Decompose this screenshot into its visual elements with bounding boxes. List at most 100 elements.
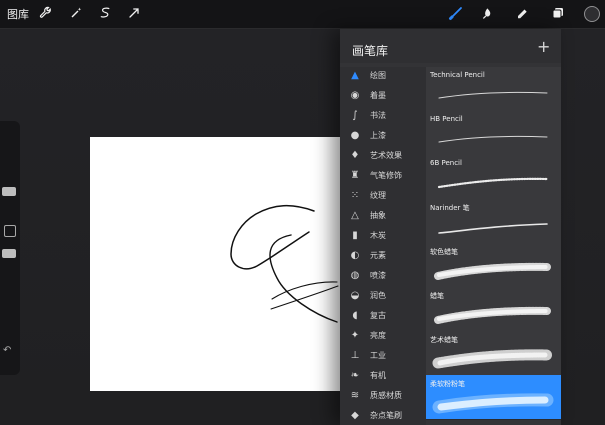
brush-category-label: 艺术效果 — [370, 151, 402, 160]
brush-item-2[interactable]: HB Pencil — [426, 111, 561, 156]
brush-item-1[interactable]: Technical Pencil — [426, 67, 561, 112]
brush-size-slider-handle[interactable] — [2, 187, 16, 196]
spray-icon: ◍ — [350, 270, 360, 281]
leaf-icon: ❧ — [350, 370, 360, 381]
brush-category-6[interactable]: ♜ 气笔修饰 — [340, 167, 426, 185]
calligraphy-icon: ∫ — [352, 110, 358, 121]
ink-drop-icon: ◉ — [350, 90, 360, 101]
brush-category-label: 着墨 — [370, 91, 386, 100]
brush-category-label: 喷漆 — [370, 271, 386, 280]
brush-list: Technical Pencil HB Pencil 6B Pencil Narind… — [426, 67, 561, 425]
smudge-icon[interactable] — [480, 5, 496, 21]
brush-stroke-preview — [429, 125, 558, 153]
brush-category-label: 气笔修饰 — [370, 171, 402, 180]
brush-item-7[interactable]: 艺术蜡笔 — [426, 331, 561, 376]
magic-wand-icon[interactable] — [68, 5, 84, 21]
brush-stroke-preview — [429, 169, 558, 197]
transform-icon[interactable] — [126, 5, 142, 21]
brush-category-16[interactable]: ❧ 有机 — [340, 367, 426, 385]
brush-category-label: 亮度 — [370, 331, 386, 340]
retro-icon: ◖ — [352, 310, 358, 321]
brush-category-label: 元素 — [370, 251, 386, 260]
left-sidebar: ↶ — [0, 121, 20, 375]
brush-category-5[interactable]: ♦ 艺术效果 — [340, 147, 426, 165]
sparkle-icon: ✦ — [350, 330, 360, 341]
brush-category-label: 抽象 — [370, 211, 386, 220]
gallery-button[interactable]: 图库 — [7, 6, 29, 22]
brush-category-7[interactable]: ⁙ 纹理 — [340, 187, 426, 205]
brush-category-label: 上漆 — [370, 131, 386, 140]
brush-category-label: 绘图 — [370, 71, 386, 80]
brush-category-11[interactable]: ◍ 喷漆 — [340, 267, 426, 285]
brush-category-2[interactable]: ◉ 着墨 — [340, 87, 426, 105]
brush-category-label: 纹理 — [370, 191, 386, 200]
charcoal-icon: ▮ — [352, 230, 358, 241]
brush-name: HB Pencil — [430, 115, 463, 123]
brush-name: Narinder 笔 — [430, 204, 470, 212]
brush-category-label: 木炭 — [370, 231, 386, 240]
brush-icon[interactable] — [448, 5, 464, 21]
brush-library-title: 画笔库 — [352, 44, 389, 58]
element-icon: ◐ — [350, 250, 360, 261]
brush-category-17[interactable]: ≋ 质感材质 — [340, 387, 426, 405]
wrench-icon[interactable] — [38, 5, 54, 21]
brush-name: Technical Pencil — [430, 71, 485, 79]
brush-item-3[interactable]: 6B Pencil — [426, 155, 561, 200]
layers-icon[interactable] — [550, 5, 566, 21]
brush-stroke-preview — [429, 345, 558, 373]
airbrush-icon: ♜ — [350, 170, 360, 181]
brush-library-header: 画笔库 + — [340, 29, 561, 63]
triangle-icon: △ — [351, 210, 359, 221]
brush-item-6[interactable]: 蜡笔 — [426, 287, 561, 332]
selection-icon[interactable] — [97, 5, 113, 21]
brush-category-13[interactable]: ◖ 复古 — [340, 307, 426, 325]
paint-drop-icon: ● — [350, 130, 360, 141]
brush-library-panel: 画笔库 + ▲ 绘图 ◉ 着墨 ∫ 书法 ● 上漆 ♦ 艺术效果 ♜ 气笔修饰 ⁙ 纹理 △ 抽象 ▮ 木炭 ◐ 元素… — [340, 29, 561, 425]
brush-category-9[interactable]: ▮ 木炭 — [340, 227, 426, 245]
brush-category-8[interactable]: △ 抽象 — [340, 207, 426, 225]
eraser-icon[interactable] — [514, 5, 530, 21]
touchup-icon: ◒ — [350, 290, 360, 301]
brush-category-15[interactable]: ⊥ 工业 — [340, 347, 426, 365]
brush-category-label: 有机 — [370, 371, 386, 380]
brush-category-label: 杂点笔刷 — [370, 411, 402, 420]
brush-category-list: ▲ 绘图 ◉ 着墨 ∫ 书法 ● 上漆 ♦ 艺术效果 ♜ 气笔修饰 ⁙ 纹理 △ 抽象 ▮ 木炭 ◐ 元素 ◍ 喷漆 ◒ 润色… — [340, 67, 426, 425]
drawing-paper[interactable] — [90, 137, 340, 391]
pen-nib-icon: ▲ — [351, 70, 359, 81]
brush-item-8[interactable]: 柔软粉粉笔 — [426, 375, 561, 420]
undo-icon[interactable]: ↶ — [3, 345, 11, 356]
color-icon[interactable] — [584, 6, 600, 22]
brush-category-label: 工业 — [370, 351, 386, 360]
brush-category-18[interactable]: ◆ 杂点笔刷 — [340, 407, 426, 425]
brush-name: 蜡笔 — [430, 292, 444, 300]
texture-icon: ⁙ — [350, 190, 360, 201]
add-brush-button[interactable]: + — [537, 39, 550, 55]
brush-stroke-preview — [429, 389, 558, 417]
brush-category-3[interactable]: ∫ 书法 — [340, 107, 426, 125]
opacity-slider-handle[interactable] — [2, 249, 16, 258]
brush-category-10[interactable]: ◐ 元素 — [340, 247, 426, 265]
modify-button[interactable] — [4, 225, 16, 237]
material-icon: ≋ — [350, 390, 360, 401]
art-brush-icon: ♦ — [350, 150, 360, 161]
top-toolbar: 图库 — [0, 0, 605, 29]
brush-category-4[interactable]: ● 上漆 — [340, 127, 426, 145]
brush-name: 软色蜡笔 — [430, 248, 458, 256]
brush-item-5[interactable]: 软色蜡笔 — [426, 243, 561, 288]
brush-name: 艺术蜡笔 — [430, 336, 458, 344]
brush-category-1[interactable]: ▲ 绘图 — [340, 67, 426, 85]
brush-category-label: 书法 — [370, 111, 386, 120]
brush-stroke-preview — [429, 257, 558, 285]
brush-name: 6B Pencil — [430, 159, 462, 167]
industrial-icon: ⊥ — [350, 350, 360, 361]
brush-category-14[interactable]: ✦ 亮度 — [340, 327, 426, 345]
brush-stroke-preview — [429, 213, 558, 241]
brush-item-4[interactable]: Narinder 笔 — [426, 199, 561, 244]
brush-category-12[interactable]: ◒ 润色 — [340, 287, 426, 305]
noise-icon: ◆ — [351, 410, 359, 421]
brush-category-label: 润色 — [370, 291, 386, 300]
brush-stroke-preview — [429, 81, 558, 109]
brush-name: 柔软粉粉笔 — [430, 380, 465, 388]
brush-stroke-preview — [429, 301, 558, 329]
brush-category-label: 质感材质 — [370, 391, 402, 400]
